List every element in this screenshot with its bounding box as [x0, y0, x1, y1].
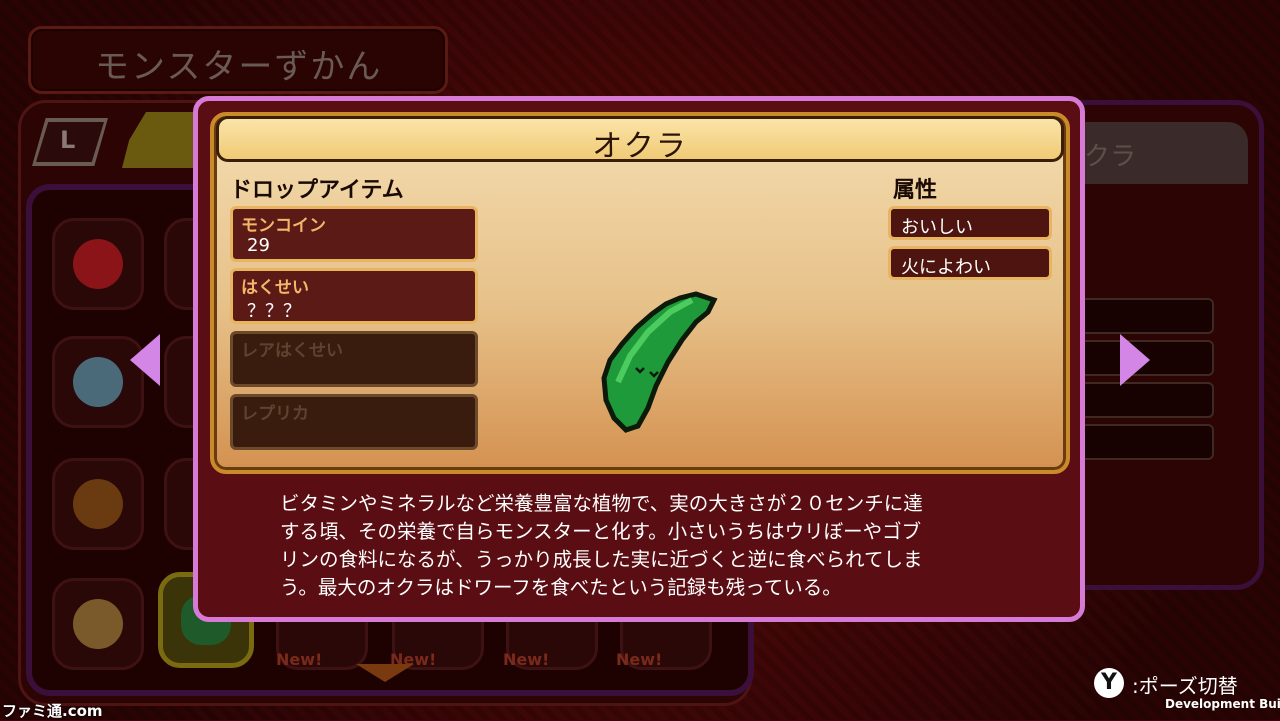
monster-thumb-icon	[73, 599, 123, 649]
drop-item-label: はくせい	[241, 278, 309, 298]
tab-prev-label: L	[60, 126, 76, 154]
new-badge: New!	[276, 650, 323, 669]
attribute-label: おいしい	[901, 217, 973, 238]
scroll-down-icon[interactable]	[356, 664, 414, 686]
drop-item-label: モンコイン	[241, 216, 326, 236]
drop-items-heading: ドロップアイテム	[230, 178, 404, 203]
monster-description: ビタミンやミネラルなど栄養豊富な植物で、実の大きさが２０センチに達 する頃、その…	[280, 492, 923, 599]
watermark-logo: ファミ通.com	[2, 702, 103, 720]
okra-sprite-icon	[601, 291, 718, 433]
new-badge: New!	[503, 650, 550, 669]
monster-tile[interactable]	[52, 218, 144, 310]
drop-item-label: レプリカ	[241, 404, 309, 424]
monster-tile[interactable]	[52, 578, 144, 670]
stat-row	[1080, 298, 1214, 334]
stat-row	[1080, 382, 1214, 418]
hint-text: :ポーズ切替	[1132, 674, 1238, 698]
drop-item-slot: レアはくせい	[230, 331, 478, 387]
attribute-label: 火によわい	[901, 257, 991, 278]
new-badge: New!	[616, 650, 663, 669]
monster-name: オクラ	[592, 129, 688, 164]
detail-side-title: クラ	[1084, 142, 1137, 172]
monster-thumb-icon	[73, 239, 123, 289]
monster-tile[interactable]	[52, 458, 144, 550]
y-button-glyph: Y	[1101, 670, 1117, 695]
monster-name-bar: オクラ	[216, 116, 1064, 164]
stat-row	[1080, 424, 1214, 460]
y-button-icon: Y	[1094, 668, 1124, 698]
attributes-heading: 属性	[893, 178, 938, 203]
drop-item-label: レアはくせい	[241, 341, 343, 361]
drop-item-value: ？？？	[247, 301, 301, 322]
prev-monster-arrow-icon[interactable]	[130, 334, 160, 386]
build-label: Development Build	[1165, 697, 1280, 711]
detail-side-header: クラ	[1070, 122, 1248, 184]
drop-item-slot: はくせい ？？？	[230, 268, 478, 324]
attribute-chip: おいしい	[888, 206, 1052, 240]
attribute-chip: 火によわい	[888, 246, 1052, 280]
screen-title-plate: モンスターずかん	[28, 26, 448, 94]
drop-item-value: 29	[247, 235, 270, 256]
screen-title: モンスターずかん	[95, 47, 383, 87]
monster-thumb-icon	[73, 357, 123, 407]
tab-prev-button[interactable]: L	[32, 118, 108, 166]
monster-thumb-icon	[73, 479, 123, 529]
drop-item-slot: レプリカ	[230, 394, 478, 450]
next-monster-arrow-icon[interactable]	[1120, 334, 1150, 386]
drop-item-slot: モンコイン 29	[230, 206, 478, 262]
